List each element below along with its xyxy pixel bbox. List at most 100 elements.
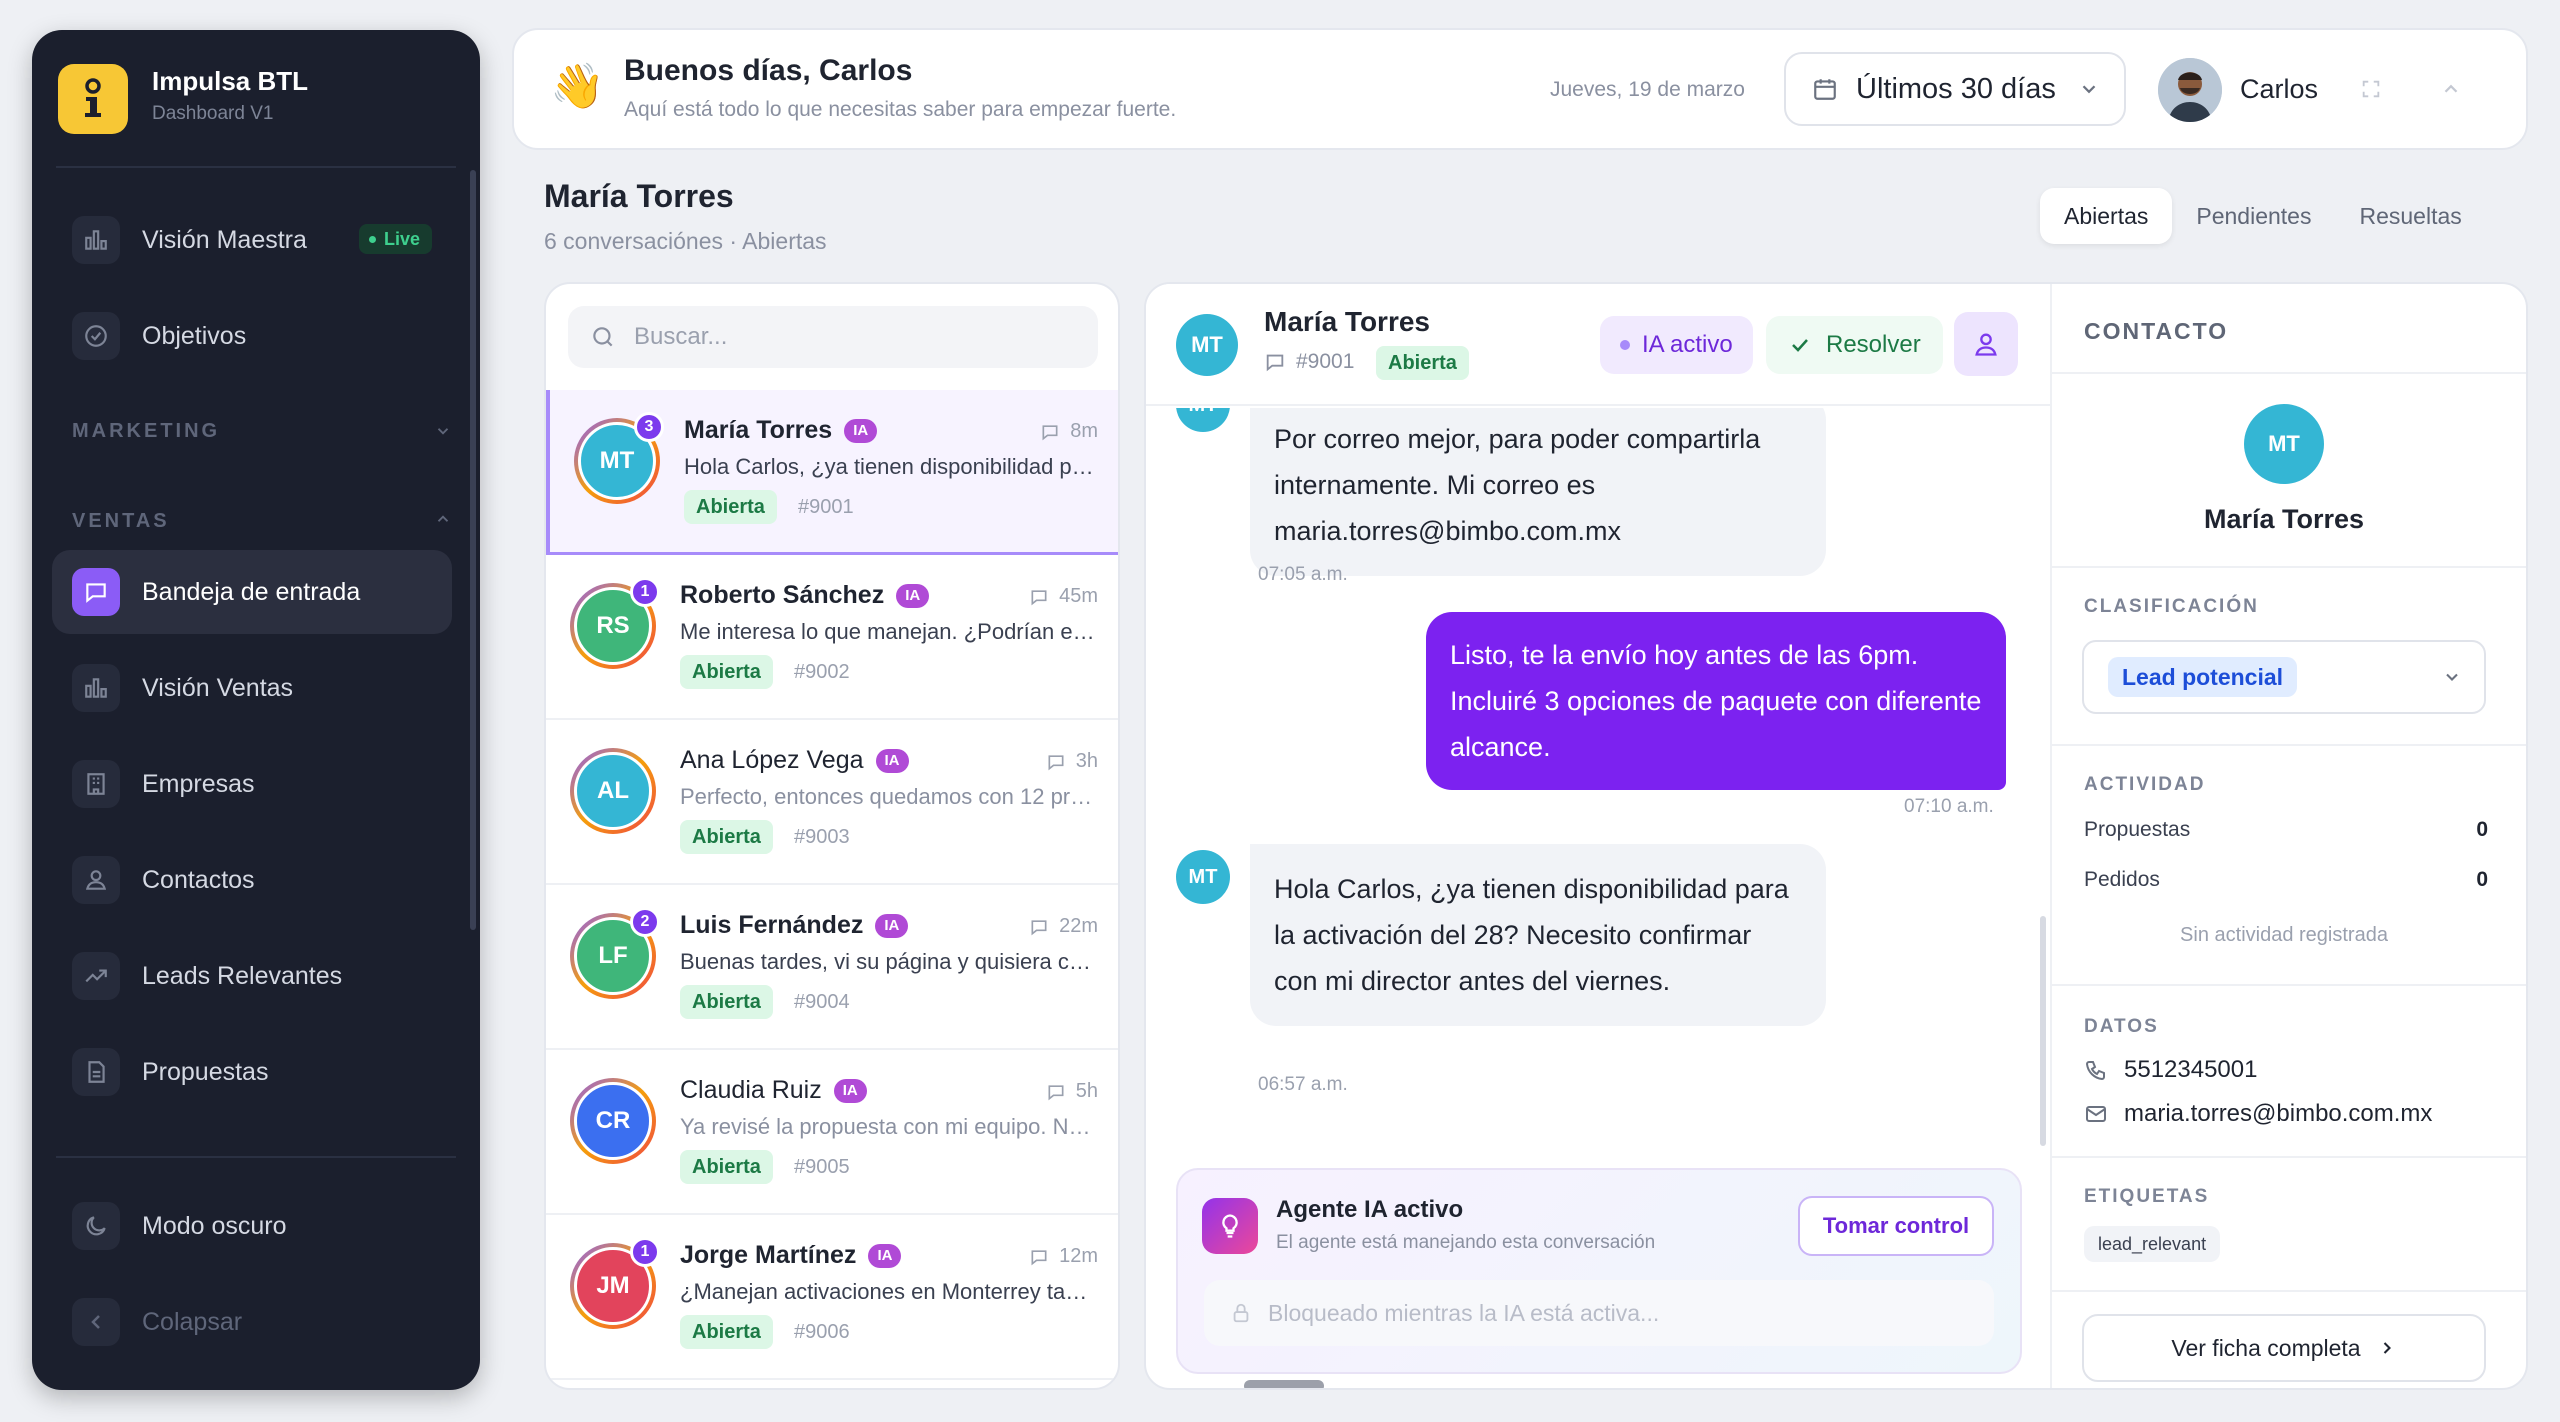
list-item-time: 8m	[1040, 420, 1098, 443]
tab-pendientes[interactable]: Pendientes	[2172, 188, 2335, 244]
brand-logo-icon	[85, 78, 101, 117]
avatar[interactable]	[2158, 58, 2222, 122]
sidebar-item-vision-maestra[interactable]: Visión Maestra Live	[52, 198, 452, 282]
document-icon	[72, 1048, 120, 1096]
ia-badge: IA	[875, 913, 909, 938]
status-badge: Abierta	[680, 655, 773, 689]
list-item-time: 12m	[1029, 1245, 1098, 1268]
brand-logo[interactable]	[58, 64, 128, 134]
tab-abiertas[interactable]: Abiertas	[2040, 188, 2173, 244]
calendar-icon	[1812, 76, 1838, 102]
sidebar-scrollbar[interactable]	[470, 170, 476, 930]
sidebar-item-bandeja[interactable]: Bandeja de entrada	[52, 550, 452, 634]
divider	[56, 1156, 456, 1158]
message-icon	[1040, 422, 1060, 442]
ia-badge: IA	[875, 748, 909, 773]
list-item[interactable]: MT 3 María Torres IA 8m Hola Carlos, ¿ya tien…	[546, 390, 1118, 555]
chevron-down-icon[interactable]	[434, 422, 452, 440]
list-item-name: Luis Fernández IA	[680, 911, 909, 940]
list-item[interactable]: RS 1 Roberto Sánchez IA 45m Me interesa lo qu…	[546, 555, 1118, 720]
list-item-name: Jorge Martínez IA	[680, 1241, 902, 1270]
list-item-time: 45m	[1029, 585, 1098, 608]
list-item-id: #9004	[794, 991, 850, 1013]
message-thread[interactable]: MT Por correo mejor, para poder comparti…	[1146, 408, 2050, 1148]
list-item-name: Claudia Ruiz IA	[680, 1076, 867, 1105]
divider	[56, 166, 456, 168]
ia-badge: IA	[896, 583, 930, 608]
sidebar-item-label: Propuestas	[142, 1057, 269, 1086]
activity-row: Pedidos 0	[2084, 868, 2488, 891]
conversation-list: Buscar... MT 3 María Torres IA 8m Hola Carlos…	[544, 282, 1120, 1390]
list-item[interactable]: JM 1 Jorge Martínez IA 12m ¿Manejan activacio…	[546, 1215, 1118, 1380]
ia-active-button[interactable]: IA activo	[1600, 316, 1753, 374]
message-icon	[1264, 351, 1286, 373]
classification-select[interactable]: Lead potencial	[2082, 640, 2486, 714]
take-control-button[interactable]: Tomar control	[1798, 1196, 1994, 1256]
divider	[2052, 1156, 2526, 1158]
expand-icon[interactable]	[2360, 78, 2382, 100]
view-full-profile-button[interactable]: Ver ficha completa	[2082, 1314, 2486, 1382]
ai-agent-box: Agente IA activo El agente está manejand…	[1176, 1168, 2022, 1374]
sidebar-item-label: Modo oscuro	[142, 1211, 287, 1240]
tab-resueltas[interactable]: Resueltas	[2335, 188, 2485, 244]
sidebar-item-contactos[interactable]: Contactos	[52, 838, 452, 922]
chevron-up-icon[interactable]	[2440, 78, 2462, 100]
list-item[interactable]: LF 2 Luis Fernández IA 22m Buenas tardes, vi …	[546, 885, 1118, 1050]
list-item-time: 3h	[1046, 750, 1098, 773]
resolve-button[interactable]: Resolver	[1766, 316, 1943, 374]
message-input-locked: Bloqueado mientras la IA está activa...	[1204, 1280, 1994, 1346]
contact-email[interactable]: maria.torres@bimbo.com.mx	[2084, 1100, 2432, 1128]
sidebar-item-propuestas[interactable]: Propuestas	[52, 1030, 452, 1114]
list-item-name: María Torres IA	[684, 416, 878, 445]
avatar: MT	[1176, 314, 1238, 376]
list-item[interactable]: AL Ana López Vega IA 3h Perfecto, entonces q…	[546, 720, 1118, 885]
section-marketing[interactable]: MARKETING	[72, 420, 220, 443]
unread-badge: 1	[630, 577, 660, 607]
contact-phone[interactable]: 5512345001	[2084, 1056, 2257, 1084]
avatar: MT	[2244, 404, 2324, 484]
chevron-up-icon[interactable]	[434, 510, 452, 528]
date-range-select[interactable]: Últimos 30 días	[1784, 52, 2126, 126]
message-icon	[1029, 917, 1049, 937]
user-name[interactable]: Carlos	[2240, 74, 2318, 105]
sidebar-item-objetivos[interactable]: Objetivos	[52, 294, 452, 378]
message-time: 06:57 a.m.	[1258, 1074, 1348, 1095]
message-bubble-incoming: Por correo mejor, para poder compartirla…	[1250, 408, 1826, 576]
status-badge: Abierta	[680, 820, 773, 854]
sidebar-item-vision-ventas[interactable]: Visión Ventas	[52, 646, 452, 730]
page-subtitle: 6 conversaciónes · Abiertas	[544, 228, 827, 254]
classification-value: Lead potencial	[2108, 657, 2298, 697]
ia-badge: IA	[868, 1243, 902, 1268]
brand-name: Impulsa BTL	[152, 66, 309, 96]
unread-badge: 1	[630, 1237, 660, 1267]
inbox-message-icon	[72, 568, 120, 616]
chevron-down-icon	[2078, 78, 2100, 100]
user-icon	[1972, 330, 2000, 358]
status-badge: Abierta	[680, 1150, 773, 1184]
data-title: DATOS	[2084, 1016, 2159, 1037]
dark-mode-toggle[interactable]: Modo oscuro	[52, 1184, 452, 1268]
search-input[interactable]: Buscar...	[568, 306, 1098, 368]
avatar: MT	[1176, 408, 1230, 432]
divider	[2052, 1290, 2526, 1292]
list-item[interactable]: CR Claudia Ruiz IA 5h Ya revisé la propuesta…	[546, 1050, 1118, 1215]
assign-user-button[interactable]	[1954, 312, 2018, 376]
lock-icon	[1230, 1302, 1252, 1324]
trending-up-icon	[72, 952, 120, 1000]
sidebar-item-leads[interactable]: Leads Relevantes	[52, 934, 452, 1018]
chevron-right-icon	[2377, 1338, 2397, 1358]
tag[interactable]: lead_relevant	[2084, 1226, 2221, 1262]
chat-scrollbar[interactable]	[2040, 916, 2046, 1146]
sidebar-item-label: Visión Maestra	[142, 225, 307, 254]
avatar: MT	[1176, 850, 1230, 904]
list-item-preview: Ya revisé la propuesta con mi equipo. No…	[680, 1114, 1100, 1139]
message-icon	[1046, 752, 1066, 772]
sidebar-item-empresas[interactable]: Empresas	[52, 742, 452, 826]
search-placeholder: Buscar...	[634, 323, 728, 350]
section-ventas[interactable]: VENTAS	[72, 510, 170, 533]
status-badge: Abierta	[680, 1315, 773, 1349]
status-badge: Abierta	[680, 985, 773, 1019]
collapse-button[interactable]: Colapsar	[52, 1280, 452, 1364]
contact-section-title: CONTACTO	[2084, 318, 2229, 344]
horizontal-scrollbar[interactable]	[1244, 1380, 1324, 1388]
